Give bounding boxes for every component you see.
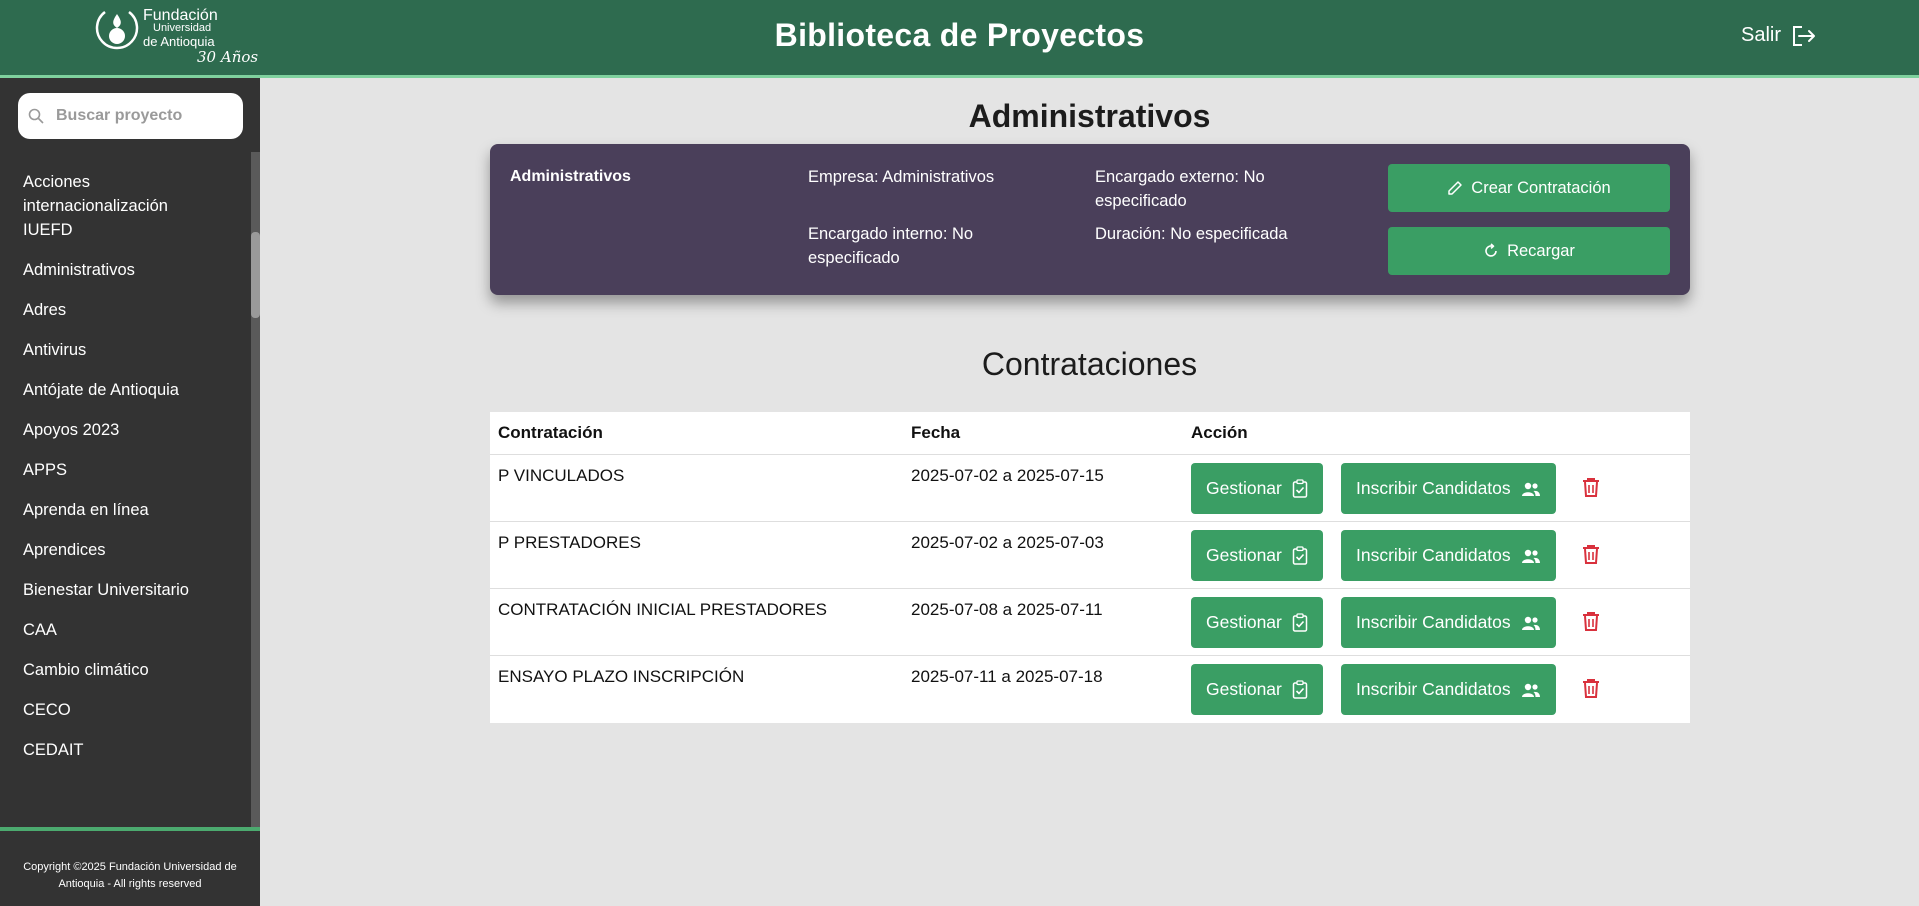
inscribir-candidatos-button[interactable]: Inscribir Candidatos <box>1341 530 1556 581</box>
contratacion-fecha: 2025-07-08 a 2025-07-11 <box>911 600 1103 619</box>
sidebar-item[interactable]: Adres <box>0 290 252 330</box>
users-icon <box>1521 549 1540 563</box>
refresh-icon <box>1485 243 1497 257</box>
sidebar-item[interactable]: Cambio climático <box>0 650 252 690</box>
sidebar-item[interactable]: Aprendices <box>0 530 252 570</box>
sidebar-footer: Copyright ©2025 Fundación Universidad de… <box>0 827 260 906</box>
sidebar-item[interactable]: Antójate de Antioquia <box>0 370 252 410</box>
inscribir-candidatos-label: Inscribir Candidatos <box>1356 612 1511 632</box>
column-header-contratacion: Contratación <box>498 423 603 442</box>
users-icon <box>1521 616 1540 630</box>
trash-icon[interactable] <box>1582 678 1600 698</box>
sidebar-item[interactable]: CEDAIT <box>0 730 252 770</box>
sidebar-item[interactable]: Aprenda en línea <box>0 490 252 530</box>
project-card: Administrativos Empresa: Administrativos… <box>490 144 1690 295</box>
gestionar-button[interactable]: Gestionar <box>1191 664 1323 715</box>
gestionar-button[interactable]: Gestionar <box>1191 530 1323 581</box>
inscribir-candidatos-label: Inscribir Candidatos <box>1356 478 1511 498</box>
inscribir-candidatos-label: Inscribir Candidatos <box>1356 545 1511 565</box>
trash-icon[interactable] <box>1582 544 1600 564</box>
contratacion-fecha: 2025-07-02 a 2025-07-03 <box>911 533 1104 552</box>
table-row: P PRESTADORES 2025-07-02 a 2025-07-03 Ge… <box>490 522 1690 589</box>
contratacion-fecha: 2025-07-11 a 2025-07-18 <box>911 667 1103 686</box>
gestionar-label: Gestionar <box>1206 679 1282 699</box>
copyright-text: Copyright ©2025 Fundación Universidad de… <box>23 861 237 890</box>
card-empresa: Empresa: Administrativos <box>808 168 995 186</box>
sidebar-item[interactable]: Apoyos 2023 <box>0 410 252 450</box>
page-title: Administrativos <box>968 98 1211 134</box>
crear-contratacion-button[interactable]: Crear Contratación <box>1388 164 1670 212</box>
users-icon <box>1521 482 1540 496</box>
sidebar-scrollbar[interactable] <box>251 152 260 828</box>
contratacion-name: CONTRATACIÓN INICIAL PRESTADORES <box>498 600 828 619</box>
table-row: ENSAYO PLAZO INSCRIPCIÓN 2025-07-11 a 20… <box>490 656 1690 723</box>
inscribir-candidatos-button[interactable]: Inscribir Candidatos <box>1341 463 1556 514</box>
logout-label: Salir <box>1740 24 1781 46</box>
recargar-label: Recargar <box>1507 241 1575 260</box>
search-input[interactable] <box>56 107 226 125</box>
logout-button[interactable]: Salir <box>1741 24 1817 47</box>
column-header-fecha: Fecha <box>911 423 961 442</box>
sidebar-item[interactable]: CECO <box>0 690 252 730</box>
contrataciones-table: Contratación Fecha Acción P VINCULADOS 2… <box>490 412 1690 723</box>
column-header-accion: Acción <box>1191 423 1248 442</box>
gestionar-label: Gestionar <box>1206 612 1282 632</box>
top-header: Fundación Universidad de Antioquia 30 Añ… <box>0 0 1919 78</box>
sidebar-item[interactable]: Administrativos <box>0 250 252 290</box>
sidebar-item[interactable]: Antivirus <box>0 330 252 370</box>
project-list: Acciones internacionalización IUEFD Admi… <box>0 162 252 830</box>
section-title: Contrataciones <box>981 346 1198 382</box>
clipboard-check-icon <box>1292 613 1308 632</box>
app-title: Biblioteca de Proyectos <box>774 17 1145 53</box>
gestionar-label: Gestionar <box>1206 545 1282 565</box>
recargar-button[interactable]: Recargar <box>1388 227 1670 275</box>
trash-icon[interactable] <box>1582 611 1600 631</box>
contratacion-name: ENSAYO PLAZO INSCRIPCIÓN <box>498 667 745 686</box>
gestionar-button[interactable]: Gestionar <box>1191 463 1323 514</box>
card-duracion: Duración: No especificada <box>1095 225 1288 243</box>
clipboard-check-icon <box>1292 546 1308 565</box>
gestionar-label: Gestionar <box>1206 478 1282 498</box>
search-icon <box>28 108 44 124</box>
crear-contratacion-label: Crear Contratación <box>1471 178 1611 197</box>
trash-icon[interactable] <box>1582 477 1600 497</box>
inscribir-candidatos-label: Inscribir Candidatos <box>1356 679 1511 699</box>
search-box[interactable] <box>18 93 243 139</box>
sidebar-item[interactable]: Acciones internacionalización IUEFD <box>0 162 190 250</box>
table-row: CONTRATACIÓN INICIAL PRESTADORES 2025-07… <box>490 589 1690 656</box>
pencil-icon <box>1448 181 1463 195</box>
contratacion-name: P PRESTADORES <box>498 533 641 552</box>
sidebar-item[interactable]: APPS <box>0 450 252 490</box>
inscribir-candidatos-button[interactable]: Inscribir Candidatos <box>1341 597 1556 648</box>
card-encargado-externo: Encargado externo: No especificado <box>1095 168 1265 210</box>
table-row: P VINCULADOS 2025-07-02 a 2025-07-15 Ges… <box>490 455 1690 522</box>
logout-icon <box>1793 25 1815 46</box>
table-header-row: Contratación Fecha Acción <box>490 412 1690 455</box>
card-encargado-interno: Encargado interno: No especificado <box>808 225 974 267</box>
clipboard-check-icon <box>1292 479 1308 498</box>
contratacion-name: P VINCULADOS <box>498 466 625 485</box>
contratacion-fecha: 2025-07-02 a 2025-07-15 <box>911 466 1104 485</box>
sidebar-item[interactable]: Bienestar Universitario <box>0 570 252 610</box>
inscribir-candidatos-button[interactable]: Inscribir Candidatos <box>1341 664 1556 715</box>
sidebar-item[interactable]: CAA <box>0 610 252 650</box>
sidebar: Acciones internacionalización IUEFD Admi… <box>0 78 260 906</box>
users-icon <box>1521 683 1540 697</box>
scrollbar-thumb[interactable] <box>251 232 260 318</box>
gestionar-button[interactable]: Gestionar <box>1191 597 1323 648</box>
clipboard-check-icon <box>1292 680 1308 699</box>
card-project-name: Administrativos <box>510 168 631 185</box>
